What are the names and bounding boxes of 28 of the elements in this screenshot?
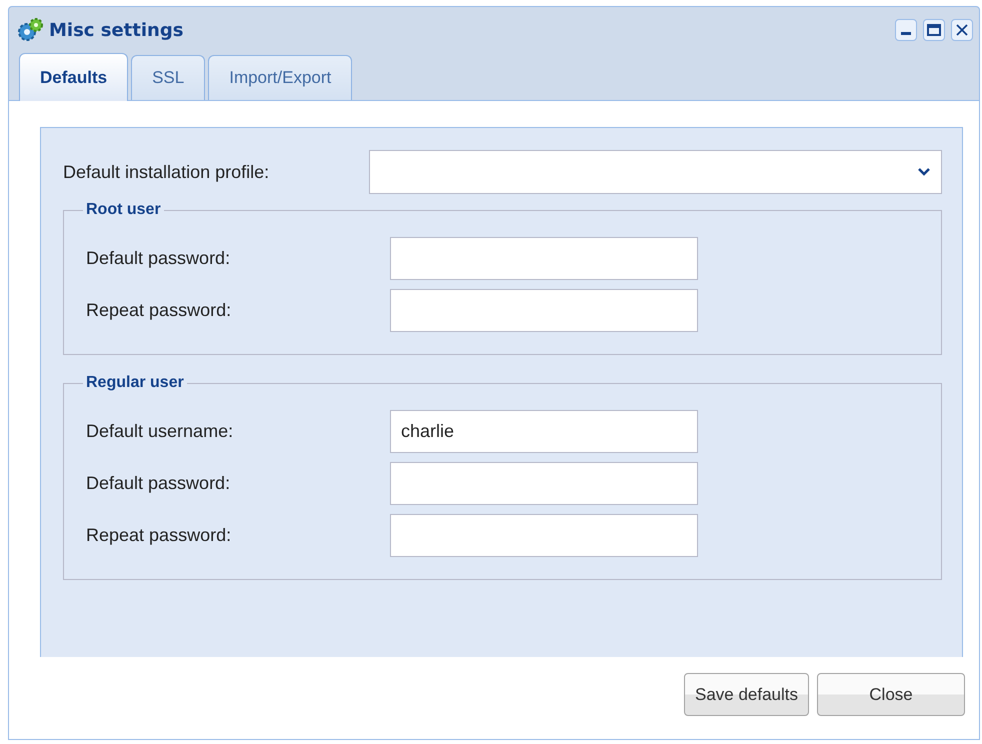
field-label: Default password: — [86, 472, 232, 495]
close-button[interactable] — [951, 19, 973, 41]
window-title: Misc settings — [49, 18, 184, 42]
save-button[interactable]: Save defaults — [684, 673, 809, 716]
field-label: Repeat password: — [86, 298, 232, 322]
field-label: Default username: — [86, 420, 234, 442]
tab[interactable]: SSL — [131, 55, 206, 100]
maximize-icon — [927, 24, 941, 36]
tab[interactable]: Defaults — [19, 53, 128, 101]
close-icon — [956, 24, 968, 36]
password-field[interactable] — [390, 462, 698, 504]
maximize-button[interactable] — [923, 19, 945, 41]
gears-icon — [17, 18, 43, 42]
text-field[interactable]: charlie — [390, 410, 698, 452]
caret-icon — [918, 168, 930, 176]
password-field[interactable] — [390, 236, 698, 280]
field-label: Repeat password: — [86, 524, 232, 547]
password-field[interactable] — [390, 288, 698, 332]
password-field[interactable] — [390, 514, 698, 556]
tab[interactable]: Import/Export — [208, 55, 352, 100]
close-dialog-button[interactable]: Close — [817, 673, 965, 716]
minimize-icon — [901, 32, 911, 35]
field-label: Default installation profile: — [63, 160, 270, 184]
minimize-button[interactable] — [895, 19, 917, 41]
group-legend: Root user — [83, 202, 164, 218]
field-label: Default password: — [86, 246, 232, 270]
profile-dropdown[interactable] — [369, 150, 942, 194]
group-legend: Regular user — [83, 375, 187, 391]
